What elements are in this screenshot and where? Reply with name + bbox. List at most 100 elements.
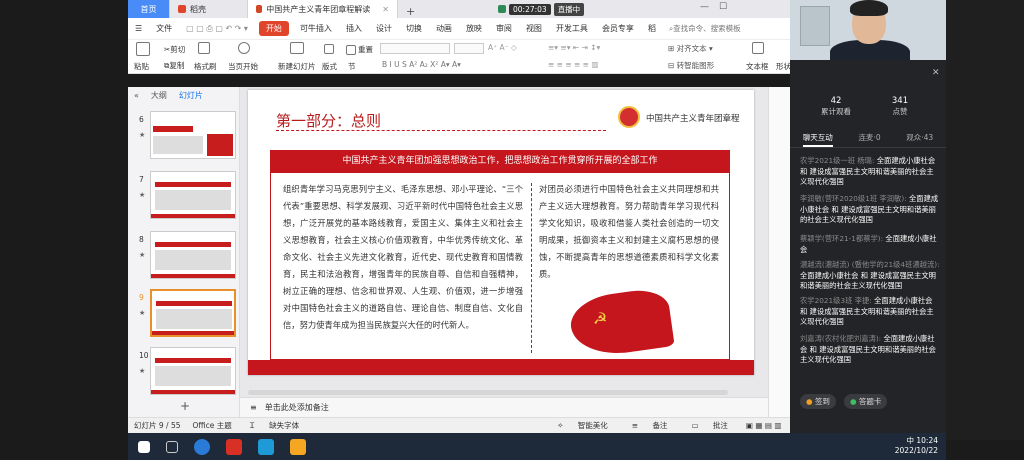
app-icon-blue[interactable] xyxy=(194,438,210,455)
play-icon[interactable] xyxy=(238,42,252,54)
align-icons[interactable]: ≡ ≡ ≡ ≡ ≡ ▥ xyxy=(548,60,598,69)
menu-item-8[interactable]: 开发工具 xyxy=(549,23,595,34)
task-view-icon[interactable] xyxy=(166,440,178,453)
slide[interactable]: 第一部分：总则 中国共产主义青年团章程 中国共产主义青年团加强思想政治工作，把思… xyxy=(248,90,754,375)
close-icon[interactable]: ✕ xyxy=(932,68,940,78)
comments-button[interactable]: ▭ 批注 xyxy=(685,420,733,431)
thumbnail-slide-6[interactable]: 6 ★ xyxy=(134,111,238,161)
comments-button-label: 批注 xyxy=(712,421,728,430)
tab-viewers[interactable]: 观众·43 xyxy=(906,132,933,147)
menu-item-7[interactable]: 视图 xyxy=(519,23,549,34)
minimize-icon[interactable]: — xyxy=(700,2,709,12)
horizontal-scrollbar[interactable] xyxy=(248,390,728,395)
new-slide-icon[interactable] xyxy=(290,42,306,54)
view-mode-icons[interactable]: ▣ ▦ ▤ ▥ xyxy=(746,421,782,430)
thumbnail-slide-9[interactable]: 9 ★ xyxy=(134,289,238,339)
sign-in-button[interactable]: ● 签到 xyxy=(800,394,836,409)
font-name-combo[interactable] xyxy=(380,43,450,54)
notes-area[interactable]: ≡ 单击此处添加备注 xyxy=(240,397,768,417)
slide-bottom-band xyxy=(248,360,754,375)
maximize-icon[interactable]: ☐ xyxy=(719,2,727,12)
text-box-icon[interactable] xyxy=(752,42,766,54)
animation-star-icon: ★ xyxy=(139,191,146,199)
chat-message: 刘嘉涛(农村化肥刘嘉涛): 全面建成小康社会 和 建设成富强民主文明和谐美丽的社… xyxy=(800,334,940,366)
font-size-combo[interactable] xyxy=(454,43,484,54)
thumbnail-slide-7[interactable]: 7 ★ xyxy=(134,171,238,221)
tab-docer[interactable]: 稻壳 xyxy=(170,0,248,18)
menu-item-2[interactable]: 设计 xyxy=(369,23,399,34)
paste-label: 粘贴 xyxy=(134,62,149,71)
ime-indicator[interactable]: 中 xyxy=(906,436,914,445)
menu-item-6[interactable]: 审阅 xyxy=(489,23,519,34)
notes-button[interactable]: ≡ 备注 xyxy=(626,420,674,431)
thumb-number: 8 xyxy=(139,235,144,244)
shape-button[interactable]: 形状 xyxy=(776,61,791,72)
command-search[interactable]: ⌕查找命令、搜索模板 xyxy=(669,23,741,34)
windows-start-icon[interactable] xyxy=(138,440,150,453)
font-style-icons[interactable]: B I U S A² A₂ X² A▾ A▾ xyxy=(382,60,461,69)
taskbar: 中 10:24 2022/10/22 xyxy=(128,433,946,460)
title-underline xyxy=(276,130,606,131)
content-column-right[interactable]: 对团员必须进行中国特色社会主义共同理想和共产主义远大理想教育。努力帮助青年学习现… xyxy=(539,181,719,283)
section-button[interactable]: 节 xyxy=(348,61,356,72)
font-grow-icon[interactable]: A⁺ A⁻ ◇ xyxy=(488,43,517,52)
close-tab-icon[interactable]: ✕ xyxy=(382,5,389,14)
tab-slides[interactable]: 幻灯片 xyxy=(173,90,209,101)
content-box[interactable]: 组织青年学习马克思列宁主义、毛泽东思想、邓小平理论、“三个代表”重要思想、科学发… xyxy=(270,172,730,360)
ppt-icon xyxy=(256,5,263,13)
thumbnail-slide-10[interactable]: 10 ★ xyxy=(134,347,238,397)
answer-card-button[interactable]: ● 答题卡 xyxy=(843,394,888,409)
convert-smartart-button[interactable]: ⊟ 转智能图形 xyxy=(668,60,714,71)
slide-brand-text[interactable]: 中国共产主义青年团章程 xyxy=(646,112,740,124)
tab-chat[interactable]: 聊天互动 xyxy=(802,132,833,147)
tab-docer-label: 稻壳 xyxy=(190,4,206,14)
menu-item-4[interactable]: 动画 xyxy=(429,23,459,34)
paste-button[interactable] xyxy=(136,42,152,56)
format-painter-icon[interactable] xyxy=(198,42,212,54)
menu-item-10[interactable]: 稻 xyxy=(641,23,663,34)
app-icon-orange[interactable] xyxy=(290,438,306,455)
tab-bar: 首页 稻壳 中国共产主义青年团章程解读 ✕ + xyxy=(128,0,790,18)
menu-item-3[interactable]: 切换 xyxy=(399,23,429,34)
hamburger-icon[interactable]: ☰ xyxy=(128,24,149,33)
menu-item-1[interactable]: 插入 xyxy=(339,23,369,34)
tab-outline[interactable]: 大纲 xyxy=(145,90,173,101)
reset-label: 重置 xyxy=(358,45,373,54)
menu-item-9[interactable]: 会员专享 xyxy=(595,23,641,34)
animation-star-icon: ★ xyxy=(139,309,146,317)
collapse-pane-icon[interactable]: « xyxy=(128,91,145,100)
reset-button[interactable]: 重置 xyxy=(346,44,373,55)
notes-toggle-icon[interactable]: ≡ xyxy=(250,403,257,412)
slide-title[interactable]: 第一部分：总则 xyxy=(276,110,381,131)
menu-start[interactable]: 开始 xyxy=(258,21,289,36)
menu-file[interactable]: 文件 xyxy=(149,23,179,34)
layout-button[interactable]: 版式 xyxy=(322,61,337,72)
copy-button[interactable]: ⧉复制 xyxy=(164,60,184,71)
from-current-button[interactable]: 当页开始 xyxy=(228,61,258,72)
left-background xyxy=(0,0,128,460)
new-tab-button[interactable]: + xyxy=(398,5,423,18)
text-box-button[interactable]: 文本框 xyxy=(746,61,769,72)
chat-actions: ● 签到 ● 答题卡 xyxy=(800,394,888,409)
list-icons[interactable]: ≡▾ ≡▾ ⇤ ⇥ ↕▾ xyxy=(548,43,600,52)
smart-beautify-button[interactable]: ✧ 智能美化 xyxy=(551,420,614,431)
quick-access-icons[interactable]: ▢ ▢ ⎙ ▢ ↶ ↷ ▾ xyxy=(179,24,255,34)
thumbnail-slide-8[interactable]: 8 ★ xyxy=(134,231,238,281)
add-slide-button[interactable]: + xyxy=(180,399,190,413)
slide-canvas[interactable]: 第一部分：总则 中国共产主义青年团章程 中国共产主义青年团加强思想政治工作，把思… xyxy=(240,87,768,397)
tab-home[interactable]: 首页 xyxy=(128,0,170,18)
missing-fonts-button[interactable]: Ꮖ 缺失字体 xyxy=(244,420,305,431)
menu-item-0[interactable]: 可牛插入 xyxy=(293,23,339,34)
content-column-left[interactable]: 组织青年学习马克思列宁主义、毛泽东思想、邓小平理论、“三个代表”重要思想、科学发… xyxy=(283,181,523,334)
thumbnail-image xyxy=(150,231,236,279)
font-icon: Ꮖ xyxy=(249,421,258,430)
tab-active-doc[interactable]: 中国共产主义青年团章程解读 ✕ xyxy=(248,0,398,18)
app-icon-cyan[interactable] xyxy=(258,438,274,455)
cut-button[interactable]: ✂剪切 xyxy=(164,44,185,55)
slide-banner[interactable]: 中国共产主义青年团加强思想政治工作，把思想政治工作贯穿所开展的全部工作 xyxy=(270,150,730,172)
new-slide-button[interactable]: 新建幻灯片 xyxy=(278,61,316,72)
tab-mic[interactable]: 连麦·0 xyxy=(858,132,880,147)
menu-item-5[interactable]: 放映 xyxy=(459,23,489,34)
wps-icon[interactable] xyxy=(226,438,242,455)
align-text-button[interactable]: ⊞ 对齐文本 ▾ xyxy=(668,43,713,54)
